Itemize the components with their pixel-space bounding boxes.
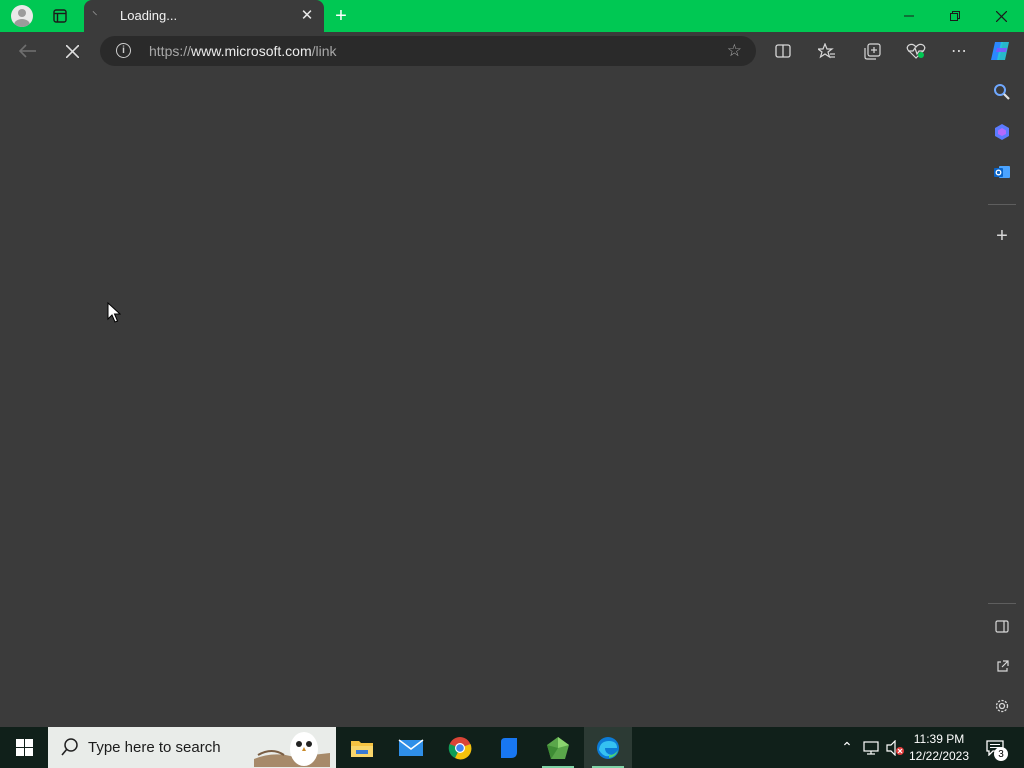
favorites-button[interactable] — [812, 36, 842, 66]
taskbar-blue-app[interactable] — [485, 727, 533, 768]
search-icon — [61, 738, 78, 756]
profile-avatar-icon — [11, 5, 33, 27]
taskbar-file-explorer[interactable] — [338, 727, 386, 768]
heart-pulse-icon — [906, 43, 926, 59]
taskbar-search-box[interactable]: Type here to search — [48, 727, 336, 768]
copilot-app-icon — [995, 124, 1009, 140]
add-favorite-star-icon[interactable]: ☆ — [727, 41, 742, 61]
tab-actions-icon — [53, 9, 67, 23]
close-window-button[interactable] — [978, 0, 1024, 32]
sidebar-copilot-button[interactable] — [988, 118, 1016, 146]
page-content-area[interactable] — [0, 70, 980, 727]
volume-button[interactable] — [884, 727, 906, 768]
blue-app-icon — [501, 737, 517, 758]
start-button[interactable] — [0, 727, 48, 768]
search-icon — [994, 84, 1010, 100]
url-scheme: https:// — [149, 43, 192, 59]
plus-icon: + — [335, 4, 347, 27]
tab-title: Loading... — [120, 8, 178, 23]
minimize-icon — [904, 15, 914, 17]
sidebar-divider — [988, 603, 1016, 604]
browser-toolbar: i https://www.microsoft.com/link ☆ ⋯ — [0, 32, 1024, 70]
stop-loading-button[interactable] — [57, 36, 87, 66]
url-domain: www.microsoft.com — [191, 43, 312, 59]
site-info-icon[interactable]: i — [116, 43, 131, 58]
tab-loading[interactable]: ⸌ Loading... ✕ — [84, 0, 324, 32]
taskbar-edge[interactable] — [584, 727, 632, 768]
hide-sidebar-button[interactable] — [988, 612, 1016, 640]
tab-loading-spinner-icon: ⸌ — [92, 10, 98, 22]
open-external-button[interactable] — [988, 652, 1016, 680]
collections-icon — [863, 42, 881, 60]
sidebar-panel-icon — [995, 619, 1009, 633]
external-link-icon — [996, 659, 1009, 672]
sidebar-outlook-button[interactable] — [988, 158, 1016, 186]
profile-button[interactable] — [6, 0, 38, 32]
chevron-up-icon: ⌃ — [841, 739, 853, 755]
gear-icon — [995, 699, 1009, 713]
settings-and-more-button[interactable]: ⋯ — [944, 36, 974, 66]
mail-icon — [398, 738, 424, 756]
back-button[interactable] — [13, 36, 43, 66]
collections-button[interactable] — [857, 36, 887, 66]
windows-taskbar: Type here to search ⌃ 11:39 PM 12/22/202… — [0, 727, 1024, 768]
tab-close-icon[interactable]: ✕ — [298, 6, 316, 24]
tab-actions-button[interactable] — [44, 0, 76, 32]
sidebar-settings-button[interactable] — [988, 692, 1016, 720]
taskbar-chrome[interactable] — [436, 727, 484, 768]
copilot-icon — [991, 42, 1009, 60]
notification-count-badge: 3 — [994, 747, 1008, 761]
sidebar-divider — [988, 204, 1016, 205]
split-screen-icon — [775, 44, 791, 58]
clock-date: 12/22/2023 — [908, 749, 970, 763]
plus-icon: + — [996, 224, 1008, 247]
new-tab-button[interactable]: + — [328, 0, 354, 32]
browser-essentials-button[interactable] — [901, 36, 931, 66]
taskbar-mail[interactable] — [387, 727, 435, 768]
sidebar-add-button[interactable]: + — [988, 222, 1016, 250]
search-highlight-owl-icon — [254, 732, 330, 767]
sidebar-search-button[interactable] — [988, 78, 1016, 106]
system-clock[interactable]: 11:39 PM 12/22/2023 — [904, 731, 974, 765]
windows-logo-icon — [15, 739, 33, 756]
url-path: /link — [311, 43, 337, 59]
network-button[interactable] — [860, 727, 882, 768]
title-bar: ⸌ Loading... ✕ + — [0, 0, 1024, 32]
favorites-icon — [818, 43, 835, 59]
clock-time: 11:39 PM — [913, 732, 965, 746]
restore-icon — [950, 11, 960, 21]
chrome-icon — [448, 736, 472, 759]
search-placeholder: Type here to search — [88, 739, 221, 756]
split-screen-button[interactable] — [768, 36, 798, 66]
close-icon — [995, 10, 1007, 22]
address-url[interactable]: https://www.microsoft.com/link — [149, 43, 337, 59]
back-arrow-icon — [19, 44, 36, 58]
restore-button[interactable] — [932, 0, 978, 32]
stop-x-icon — [65, 44, 79, 58]
show-hidden-icons-button[interactable]: ⌃ — [838, 727, 856, 768]
copilot-button[interactable] — [986, 36, 1016, 66]
folder-icon — [351, 740, 373, 757]
green-gem-icon — [547, 736, 569, 759]
edge-sidebar: + — [980, 70, 1024, 727]
mouse-cursor-icon — [107, 302, 121, 323]
edge-icon — [597, 736, 619, 759]
taskbar-green-app[interactable] — [534, 727, 582, 768]
network-icon — [863, 740, 879, 755]
minimize-button[interactable] — [886, 0, 932, 32]
more-dots-icon: ⋯ — [951, 43, 967, 60]
outlook-icon — [994, 166, 1010, 178]
volume-muted-icon — [886, 739, 904, 756]
action-center-button[interactable]: 3 — [980, 727, 1010, 768]
address-bar[interactable]: i https://www.microsoft.com/link ☆ — [100, 36, 756, 66]
